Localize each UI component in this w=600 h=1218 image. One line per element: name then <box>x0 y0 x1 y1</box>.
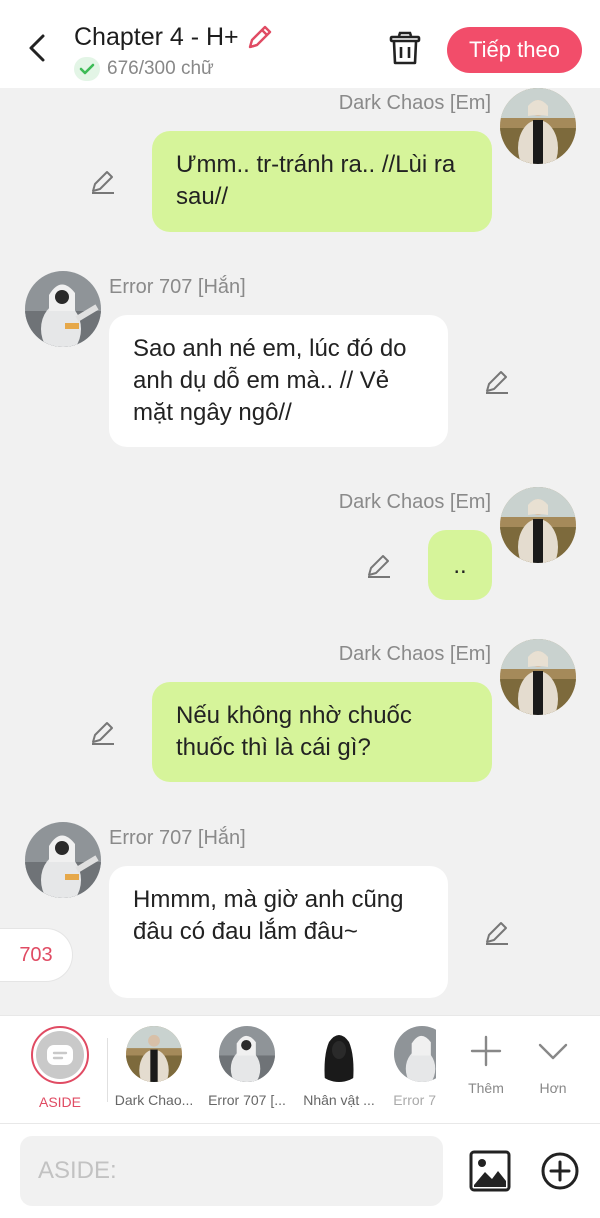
pencil-icon <box>92 171 114 194</box>
message-bubble[interactable]: Nếu không nhờ chuốc thuốc thì là cái gì? <box>152 682 492 782</box>
pencil-icon <box>248 25 271 49</box>
add-label: Thêm <box>468 1080 504 1096</box>
message-bubble[interactable]: Hmmm, mà giờ anh cũng đâu có đau lắm đâu… <box>109 866 448 998</box>
character-aside[interactable]: ASIDE <box>15 1026 105 1110</box>
character-name: ASIDE <box>38 1094 81 1110</box>
message-bubble[interactable]: Ưmm.. tr-tránh ra.. //Lùi ra sau// <box>152 131 492 232</box>
insert-image-button[interactable] <box>469 1150 511 1192</box>
top-bar: Chapter 4 - H+ 676/300 chữ Tiếp theo <box>0 0 600 88</box>
message-sender: Error 707 [Hắn] <box>109 276 246 298</box>
next-button[interactable]: Tiếp theo <box>447 27 582 73</box>
edit-message-button[interactable] <box>88 717 118 747</box>
divider <box>107 1038 108 1102</box>
add-button[interactable] <box>540 1151 580 1191</box>
check-icon <box>74 57 100 81</box>
avatar[interactable] <box>500 88 576 164</box>
character-name: Error 7 <box>393 1092 436 1108</box>
image-icon <box>469 1150 511 1192</box>
delete-button[interactable] <box>386 30 424 68</box>
message-icon <box>47 1045 73 1065</box>
avatar <box>126 1026 182 1082</box>
message-sender: Dark Chaos [Em] <box>338 643 491 665</box>
pencil-icon <box>486 371 508 394</box>
message-sender: Dark Chaos [Em] <box>338 491 491 513</box>
avatar[interactable] <box>25 271 101 347</box>
chapter-title: Chapter 4 - H+ <box>74 22 239 51</box>
character-name: Error 707 [... <box>208 1092 286 1108</box>
title-row: Chapter 4 - H+ <box>74 22 275 52</box>
pencil-icon <box>368 555 390 578</box>
character-item[interactable]: Error 7 <box>378 1026 436 1108</box>
avatar <box>219 1026 275 1082</box>
avatar <box>394 1026 436 1082</box>
message-sender: Error 707 [Hắn] <box>109 827 246 849</box>
more-label: Hơn <box>539 1080 567 1096</box>
character-bar: ASIDE Dark Chao... Error 707 [... Nhân v… <box>0 1015 600 1123</box>
more-button[interactable]: Hơn <box>523 1034 583 1096</box>
aside-input[interactable] <box>20 1136 443 1206</box>
aside-avatar <box>31 1026 89 1084</box>
avatar[interactable] <box>500 639 576 715</box>
chevron-left-icon <box>29 34 45 62</box>
character-name: Dark Chao... <box>114 1092 194 1108</box>
character-name: Nhân vật ... <box>303 1092 375 1108</box>
word-count: 676/300 chữ <box>107 58 214 79</box>
avatar <box>311 1026 367 1082</box>
character-item[interactable]: Dark Chao... <box>109 1026 199 1108</box>
edit-message-button[interactable] <box>88 166 118 196</box>
avatar[interactable] <box>25 822 101 898</box>
edit-message-button[interactable] <box>364 550 394 580</box>
add-character-button[interactable]: Thêm <box>456 1034 516 1096</box>
message-bubble[interactable]: Sao anh né em, lúc đó do anh dụ dỗ em mà… <box>109 315 448 447</box>
edit-message-button[interactable] <box>482 917 512 947</box>
plus-icon <box>470 1035 502 1067</box>
chevron-down-icon <box>538 1043 568 1060</box>
back-button[interactable] <box>20 28 54 68</box>
input-bar <box>0 1123 600 1218</box>
character-item[interactable]: Nhân vật ... <box>294 1026 384 1108</box>
plus-circle-icon <box>541 1152 579 1190</box>
page-badge[interactable]: 703 <box>0 928 73 982</box>
character-item[interactable]: Error 707 [... <box>202 1026 292 1108</box>
edit-title-button[interactable] <box>245 22 275 52</box>
message-bubble[interactable]: .. <box>428 530 492 600</box>
pencil-icon <box>92 722 114 745</box>
pencil-icon <box>486 922 508 945</box>
trash-icon <box>389 31 421 65</box>
edit-message-button[interactable] <box>482 366 512 396</box>
message-sender: Dark Chaos [Em] <box>338 92 491 114</box>
word-count-row: 676/300 chữ <box>74 57 214 81</box>
avatar[interactable] <box>500 487 576 563</box>
